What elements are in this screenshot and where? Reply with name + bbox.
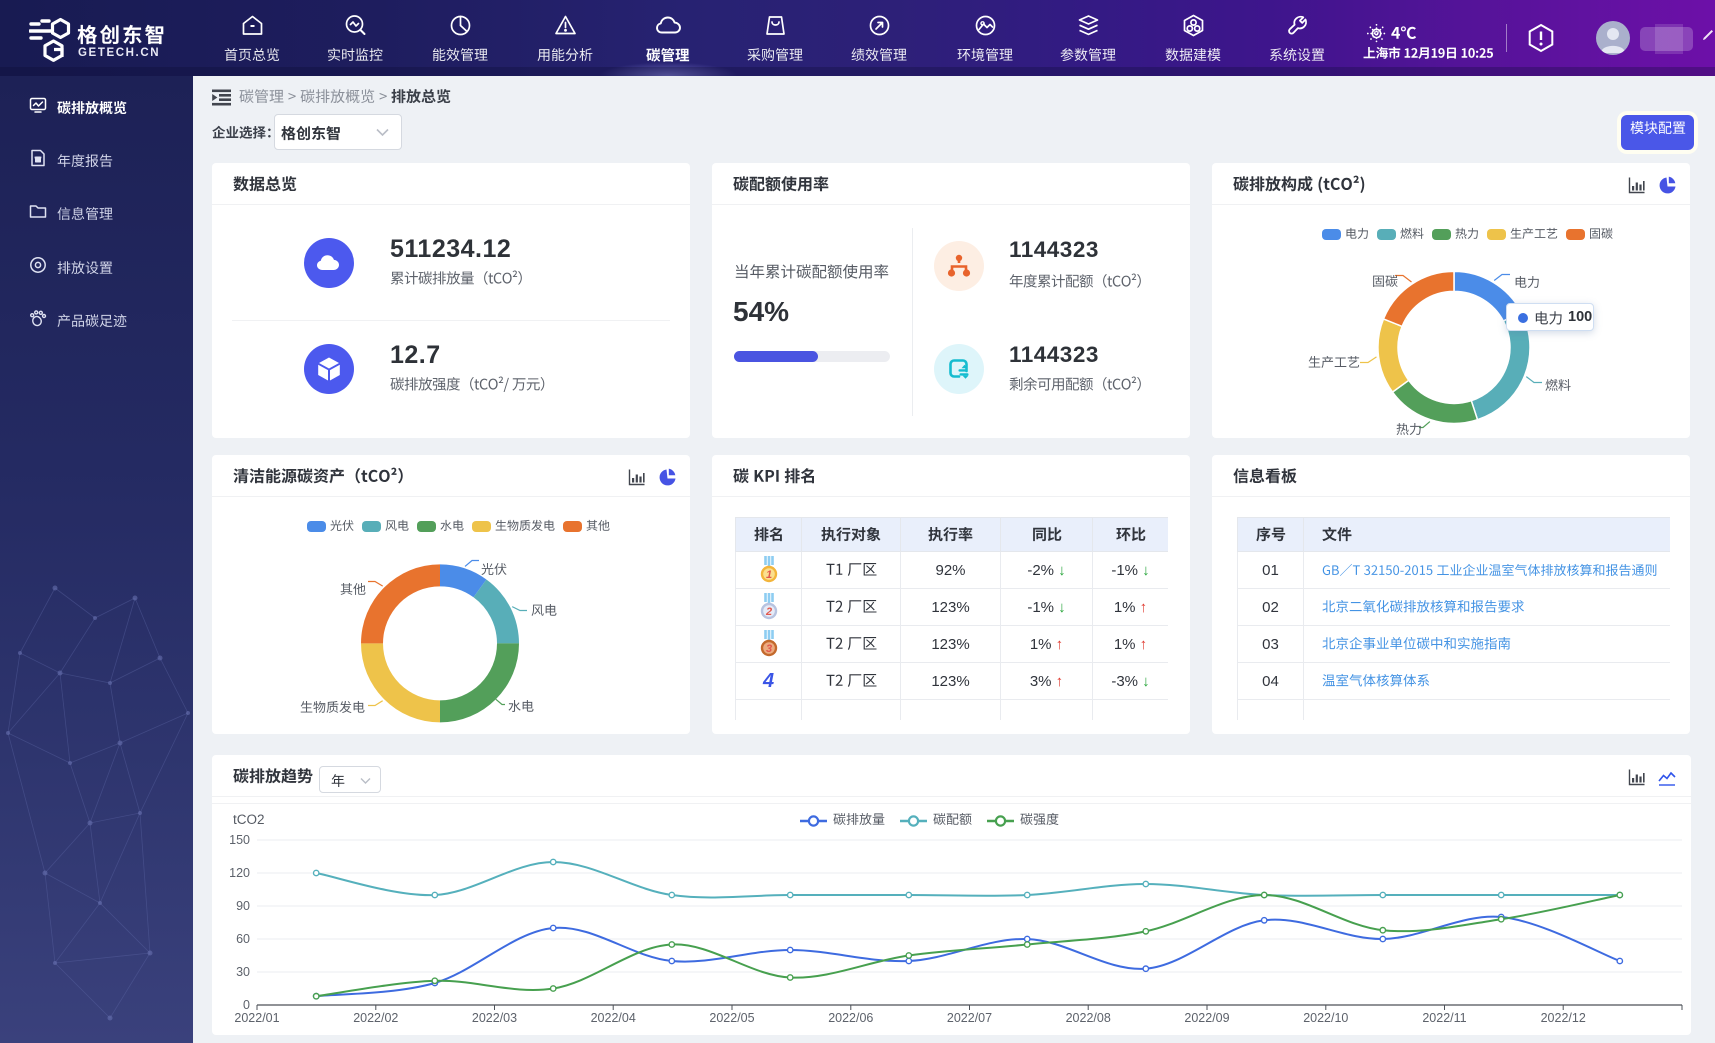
svg-text:150: 150 [229, 833, 250, 847]
svg-text:30: 30 [236, 965, 250, 979]
svg-text:2022/02: 2022/02 [353, 1011, 398, 1025]
svg-text:2022/07: 2022/07 [947, 1011, 992, 1025]
svg-text:90: 90 [236, 899, 250, 913]
svg-text:2022/03: 2022/03 [472, 1011, 517, 1025]
svg-text:2022/12: 2022/12 [1541, 1011, 1586, 1025]
svg-text:2: 2 [764, 606, 771, 618]
svg-text:2022/09: 2022/09 [1184, 1011, 1229, 1025]
svg-text:2022/11: 2022/11 [1422, 1011, 1466, 1025]
svg-text:2022/01: 2022/01 [234, 1011, 279, 1025]
svg-text:2022/04: 2022/04 [591, 1011, 636, 1025]
svg-text:60: 60 [236, 932, 250, 946]
svg-text:3: 3 [765, 643, 771, 655]
svg-text:2022/05: 2022/05 [709, 1011, 754, 1025]
svg-text:W: W [35, 158, 41, 164]
svg-text:120: 120 [229, 866, 250, 880]
svg-text:2022/06: 2022/06 [828, 1011, 873, 1025]
svg-text:2022/08: 2022/08 [1066, 1011, 1111, 1025]
svg-text:1: 1 [765, 569, 771, 581]
svg-text:0: 0 [243, 998, 250, 1012]
svg-text:2022/10: 2022/10 [1303, 1011, 1348, 1025]
